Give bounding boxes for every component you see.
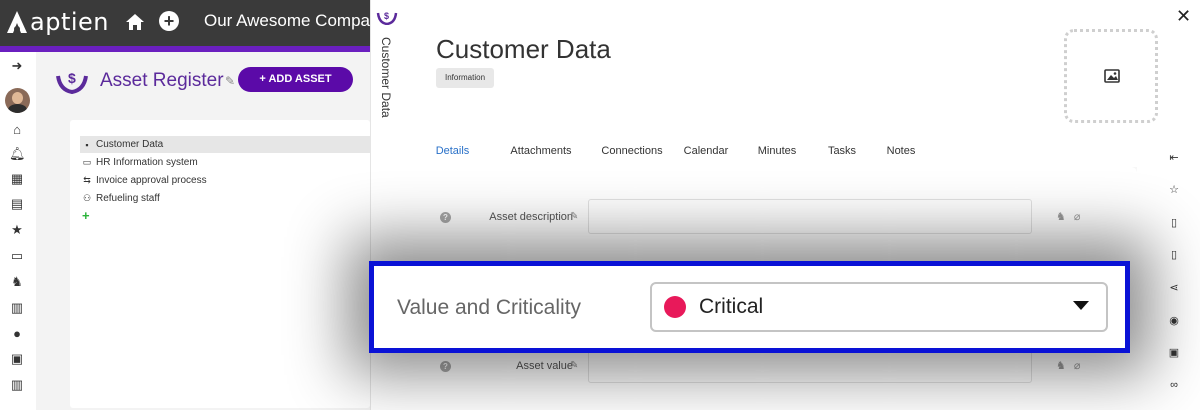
svg-text:$: $ bbox=[384, 11, 389, 21]
close-icon[interactable]: ✕ bbox=[1176, 6, 1191, 27]
tree-item-label: Customer Data bbox=[96, 139, 164, 150]
document-icon[interactable]: ▯ bbox=[1167, 248, 1181, 262]
company-name[interactable]: Our Awesome Company bbox=[204, 11, 388, 31]
asset-tree: ▪ Customer Data ▭ HR Information system … bbox=[70, 120, 370, 408]
paperclip-icon[interactable]: ⌀ bbox=[1074, 210, 1081, 223]
side-strip-label: Customer Data bbox=[379, 37, 393, 118]
eye-icon[interactable]: ◉ bbox=[1167, 314, 1181, 328]
tree-item-label: Refueling staff bbox=[96, 193, 160, 204]
tree-item-label: HR Information system bbox=[96, 157, 198, 168]
tab-minutes[interactable]: Minutes bbox=[750, 135, 804, 167]
info-square-icon: ▪ bbox=[85, 139, 89, 150]
tree-item-customer-data[interactable]: ▪ Customer Data bbox=[80, 136, 370, 153]
bell-icon[interactable]: 🔔︎ bbox=[9, 146, 26, 162]
aptien-logo-icon bbox=[6, 9, 28, 35]
tab-bar: Details Attachments Connections Calendar… bbox=[420, 135, 1180, 167]
field-label: Asset description bbox=[489, 211, 573, 223]
value-criticality-select[interactable]: Critical bbox=[650, 282, 1108, 332]
document-add-icon[interactable]: ▯ bbox=[1167, 216, 1181, 230]
tree-item-label: Invoice approval process bbox=[96, 175, 207, 186]
field-actions: ♞ ⌀ bbox=[1056, 359, 1081, 372]
expand-arrow-icon[interactable]: ➜ bbox=[9, 58, 25, 74]
process-icon: ⇆ bbox=[83, 175, 91, 185]
add-asset-button[interactable]: + ADD ASSET bbox=[238, 67, 353, 92]
people-icon: ⚇ bbox=[82, 193, 92, 203]
star-outline-icon[interactable]: ☆ bbox=[1167, 183, 1181, 197]
type-badge: Information bbox=[436, 68, 495, 88]
tab-calendar[interactable]: Calendar bbox=[676, 135, 736, 167]
home-icon[interactable]: ⌂ bbox=[9, 122, 25, 138]
svg-text:$: $ bbox=[68, 70, 76, 86]
report-icon[interactable]: ▥ bbox=[9, 300, 25, 316]
home-icon[interactable] bbox=[124, 11, 146, 33]
calendar-icon[interactable]: ▦ bbox=[9, 171, 25, 187]
share-icon[interactable]: ⋖ bbox=[1167, 281, 1181, 295]
dog-icon[interactable]: ♞ bbox=[9, 274, 25, 290]
field-actions: ♞ ⌀ bbox=[1056, 210, 1081, 223]
panel-title: Customer Data bbox=[436, 34, 611, 64]
tab-notes[interactable]: Notes bbox=[881, 135, 921, 167]
logo-text: aptien bbox=[30, 8, 109, 36]
link-icon[interactable]: ∞ bbox=[1167, 378, 1181, 392]
criticality-selected-value: Critical bbox=[699, 295, 764, 318]
id-card-icon[interactable]: ▣ bbox=[1167, 346, 1181, 360]
field-label: Asset value bbox=[516, 360, 573, 372]
image-upload-area[interactable] bbox=[1064, 29, 1158, 123]
image-icon bbox=[1104, 69, 1120, 83]
asset-register-icon: $ bbox=[56, 66, 88, 95]
clipboard-check-icon[interactable]: ▤ bbox=[9, 196, 25, 212]
monitor-icon: ▭ bbox=[82, 157, 92, 167]
criticality-status-dot bbox=[664, 296, 686, 318]
edit-pencil-icon[interactable]: ✎ bbox=[570, 211, 578, 222]
top-bar: aptien + Our Awesome Company bbox=[0, 0, 388, 46]
caret-down-icon[interactable] bbox=[1073, 301, 1089, 310]
asset-description-row: ? Asset description ✎ ♞ ⌀ bbox=[402, 199, 1137, 239]
tab-tasks[interactable]: Tasks bbox=[822, 135, 862, 167]
page-title: Asset Register bbox=[100, 70, 224, 91]
collapse-left-icon[interactable]: ⇤ bbox=[1167, 151, 1181, 165]
asset-register-icon: $ bbox=[376, 7, 398, 26]
dog-icon[interactable]: ♞ bbox=[1056, 210, 1066, 223]
user-icon[interactable]: ● bbox=[9, 326, 25, 342]
dog-icon[interactable]: ♞ bbox=[1056, 359, 1066, 372]
add-item-icon[interactable]: + bbox=[82, 208, 90, 223]
help-icon[interactable]: ? bbox=[440, 212, 451, 223]
avatar[interactable] bbox=[5, 88, 30, 113]
clipboard-icon[interactable]: ▣ bbox=[9, 351, 25, 367]
add-circle-icon[interactable]: + bbox=[159, 11, 179, 31]
asset-description-field[interactable] bbox=[588, 199, 1032, 234]
star-icon[interactable]: ★ bbox=[9, 222, 25, 238]
tree-item-hr-information-system[interactable]: ▭ HR Information system bbox=[80, 154, 370, 171]
value-criticality-highlight: Value and Criticality Critical bbox=[369, 261, 1130, 353]
library-icon[interactable]: ▥ bbox=[9, 377, 25, 393]
asset-value-field[interactable] bbox=[588, 348, 1032, 383]
paperclip-icon[interactable]: ⌀ bbox=[1074, 359, 1081, 372]
app-logo[interactable]: aptien bbox=[6, 8, 109, 36]
left-nav-rail: ➜ ⌂ 🔔︎ ▦ ▤ ★ ▭ ♞ ▥ ● ▣ ▥ bbox=[0, 52, 36, 410]
tree-item-invoice-approval[interactable]: ⇆ Invoice approval process bbox=[80, 172, 370, 189]
help-icon[interactable]: ? bbox=[440, 361, 451, 372]
tree-item-refueling-staff[interactable]: ⚇ Refueling staff bbox=[80, 190, 370, 207]
tab-attachments[interactable]: Attachments bbox=[501, 135, 581, 167]
edit-pencil-icon[interactable]: ✎ bbox=[570, 360, 578, 371]
asset-value-row: ? Asset value ✎ ♞ ⌀ bbox=[402, 348, 1137, 388]
tab-details[interactable]: Details bbox=[420, 135, 485, 167]
value-criticality-label: Value and Criticality bbox=[397, 296, 582, 319]
document-icon[interactable]: ▭ bbox=[9, 248, 25, 264]
tab-connections[interactable]: Connections bbox=[592, 135, 672, 167]
edit-pencil-icon[interactable]: ✎ bbox=[225, 74, 235, 88]
